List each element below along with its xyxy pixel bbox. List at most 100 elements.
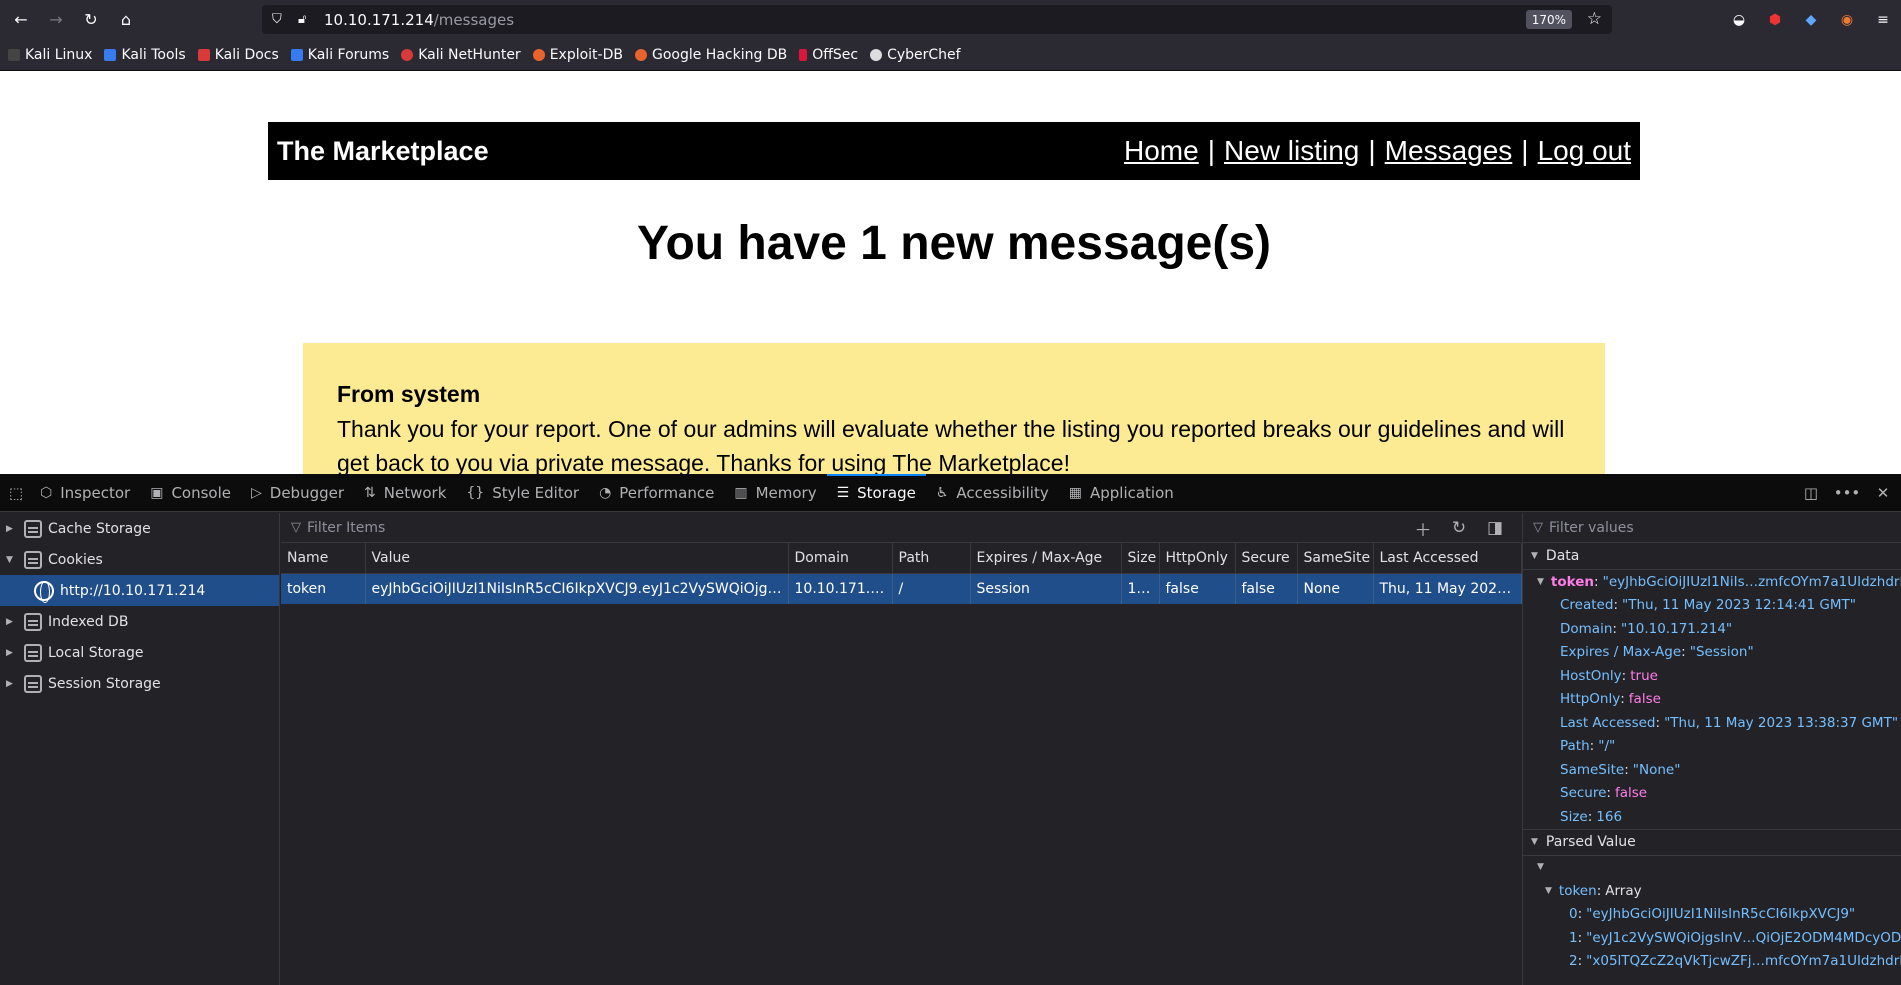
tree-local-storage[interactable]: ▶ Local Storage [0,637,279,668]
nav-logout-link[interactable]: Log out [1538,135,1631,167]
cell-httponly[interactable]: false [1159,573,1236,604]
tree-session-storage[interactable]: ▶ Session Storage [0,668,279,699]
tree-indexed-db[interactable]: ▶ Indexed DB [0,606,279,637]
bookmark-google-hacking-db[interactable]: Google Hacking DB [634,47,787,63]
more-options-icon[interactable]: ••• [1829,484,1865,502]
detail-field[interactable]: Created: "Thu, 11 May 2023 12:14:41 GMT" [1523,594,1901,618]
nav-home-link[interactable]: Home [1124,135,1199,167]
shield-icon[interactable]: ⛉ [272,12,288,27]
home-icon[interactable]: ⌂ [112,6,140,34]
detail-field[interactable]: Domain: "10.10.171.214" [1523,617,1901,641]
tab-network[interactable]: ⇅ Network [354,474,456,512]
tab-storage[interactable]: ☰ Storage [826,473,927,512]
add-item-icon[interactable]: ＋ [1405,516,1441,541]
bookmark-kali-docs[interactable]: Kali Docs [197,47,279,63]
parsed-item[interactable]: 0: "eyJhbGciOiJIUzI1NiIsInR5cCI6IkpXVCJ9" [1523,903,1901,927]
tab-style-editor[interactable]: {} Style Editor [456,474,589,512]
parsed-item[interactable]: 2: "x05lTQZcZ2qVkTjcwZFj…mfcOYm7a1UIdzhdr… [1523,950,1901,974]
tab-application[interactable]: ▦ Application [1059,474,1184,512]
detail-field[interactable]: Size:166 [1523,805,1901,829]
cell-expires[interactable]: Session [970,573,1122,604]
detail-field[interactable]: SameSite: "None" [1523,758,1901,782]
bookmark-exploit-db[interactable]: Exploit-DB [532,47,623,63]
tab-memory[interactable]: ▥ Memory [724,474,826,512]
parsed-section-header[interactable]: ▼ Parsed Value [1523,828,1901,856]
parsed-token-array[interactable]: ▼ token: Array [1523,879,1901,903]
collapse-arrow-icon[interactable]: ▼ [1537,862,1544,872]
col-last-accessed[interactable]: Last Accessed [1373,543,1522,574]
filter-values-input[interactable]: ▽ Filter values [1523,513,1901,543]
col-path[interactable]: Path [892,543,971,574]
insecure-lock-icon[interactable]: 🔓︎ [298,12,314,27]
collapse-arrow-icon[interactable]: ▼ [6,555,20,565]
col-expires[interactable]: Expires / Max-Age [970,543,1122,574]
url-bar[interactable]: ⛉ 🔓︎ 10.10.171.214/messages 170% ☆ [262,5,1612,34]
dock-side-icon[interactable]: ◫ [1793,484,1829,502]
tree-cookie-host[interactable]: http://10.10.171.214 [0,575,279,606]
expand-arrow-icon[interactable]: ▶ [6,524,20,534]
foxyproxy-icon[interactable]: ◉ [1829,0,1865,39]
cell-last-accessed[interactable]: Thu, 11 May 2023 1… [1373,573,1522,604]
forward-icon[interactable]: → [42,6,70,34]
tab-debugger[interactable]: ▷ Debugger [241,474,354,512]
cell-domain[interactable]: 10.10.171.214 [788,573,893,604]
filter-items-input[interactable]: ▽ Filter Items ＋ ↻ ◨ [281,513,1521,543]
col-secure[interactable]: Secure [1235,543,1298,574]
detail-field[interactable]: Path: "/" [1523,735,1901,759]
tab-inspector[interactable]: ⬡ Inspector [30,474,140,512]
detail-field[interactable]: Expires / Max-Age: "Session" [1523,641,1901,665]
refresh-icon[interactable]: ↻ [1441,518,1477,538]
parsed-item[interactable]: 1: "eyJ1c2VySWQiOjgsInV…QiOjE2ODM4MDcyODF… [1523,926,1901,950]
data-section-header[interactable]: ▼ Data [1523,543,1901,570]
bookmark-cyberchef[interactable]: CyberChef [870,47,961,63]
bookmark-offsec[interactable]: OffSec [799,47,858,63]
collapse-arrow-icon[interactable]: ▼ [1537,577,1544,587]
collapse-arrow-icon[interactable]: ▼ [1531,551,1538,561]
bookmark-kali-nethunter[interactable]: Kali NetHunter [401,47,521,63]
expand-arrow-icon[interactable]: ▶ [6,679,20,689]
detail-field[interactable]: HttpOnly: false [1523,688,1901,712]
cell-value[interactable]: eyJhbGciOiJIUzI1NiIsInR5cCI6IkpXVCJ9.eyJ… [365,573,789,604]
cell-secure[interactable]: false [1235,573,1298,604]
tab-console[interactable]: ▣ Console [140,474,241,512]
toggle-sidebar-icon[interactable]: ◨ [1477,518,1513,538]
col-value[interactable]: Value [365,543,789,574]
tree-cache-storage[interactable]: ▶ Cache Storage [0,513,279,544]
bookmark-kali-forums[interactable]: Kali Forums [290,47,389,63]
col-name[interactable]: Name [281,543,366,574]
cell-path[interactable]: / [892,573,971,604]
collapse-arrow-icon[interactable]: ▼ [1531,837,1538,847]
nav-messages-link[interactable]: Messages [1385,135,1513,167]
expand-arrow-icon[interactable]: ▶ [6,648,20,658]
collapse-arrow-icon[interactable]: ▼ [1545,886,1552,896]
element-picker-icon[interactable]: ⬚ [2,474,30,512]
wappalyzer-icon[interactable]: ◆ [1793,0,1829,39]
menu-icon[interactable]: ≡ [1865,0,1901,39]
tree-cookies[interactable]: ▼ Cookies [0,544,279,575]
tab-performance[interactable]: ◔ Performance [589,474,724,512]
parsed-root[interactable]: ▼ [1523,856,1901,880]
nav-new-listing-link[interactable]: New listing [1224,135,1359,167]
bookmark-kali-tools[interactable]: Kali Tools [104,47,186,63]
col-samesite[interactable]: SameSite [1297,543,1374,574]
cell-name[interactable]: token [281,573,366,604]
tab-accessibility[interactable]: ♿︎ Accessibility [926,474,1059,512]
detail-field[interactable]: HostOnly: true [1523,664,1901,688]
col-domain[interactable]: Domain [788,543,893,574]
detail-field[interactable]: Secure: false [1523,782,1901,806]
cell-samesite[interactable]: None [1297,573,1374,604]
table-row[interactable]: token eyJhbGciOiJIUzI1NiIsInR5cCI6IkpXVC… [281,573,1522,604]
back-icon[interactable]: ← [7,6,35,34]
close-icon[interactable]: ✕ [1865,484,1901,502]
reload-icon[interactable]: ↻ [77,6,105,34]
expand-arrow-icon[interactable]: ▶ [6,617,20,627]
pocket-icon[interactable]: ◒ [1721,0,1757,39]
zoom-level-button[interactable]: 170% [1525,10,1572,29]
col-size[interactable]: Size [1121,543,1160,574]
col-httponly[interactable]: HttpOnly [1159,543,1236,574]
ublock-icon[interactable]: ⬢ [1757,0,1793,39]
detail-field[interactable]: Last Accessed: "Thu, 11 May 2023 13:38:37… [1523,711,1901,735]
bookmark-star-icon[interactable]: ☆ [1587,9,1602,29]
cell-size[interactable]: 166 [1121,573,1160,604]
bookmark-kali-linux[interactable]: Kali Linux [8,47,92,63]
